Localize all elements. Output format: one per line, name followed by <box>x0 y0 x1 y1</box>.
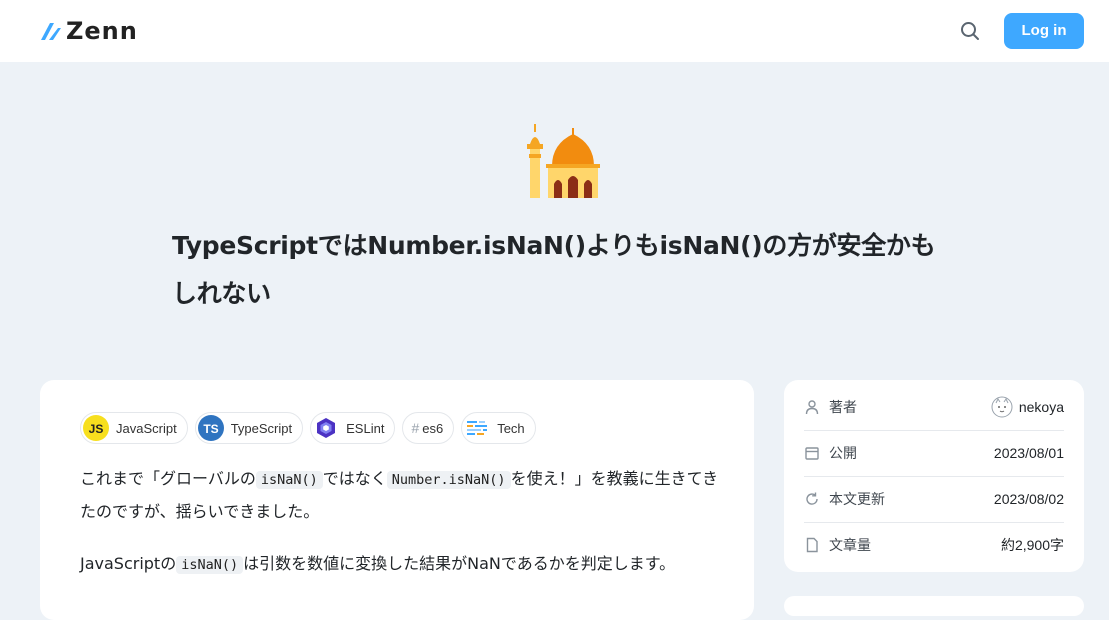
info-label-text: 著者 <box>829 399 857 415</box>
inline-code: isNaN() <box>255 471 323 489</box>
mosque-emoji-icon <box>527 124 600 198</box>
topic-list: JS JavaScript TS TypeScript ESLint # es6 <box>80 412 536 444</box>
author-link[interactable]: nekoya <box>991 396 1064 418</box>
topic-label: TypeScript <box>230 420 293 436</box>
javascript-icon: JS <box>83 415 109 441</box>
topic-tech[interactable]: Tech <box>461 412 536 444</box>
info-row-length: 文章量 約2,900字 <box>804 522 1064 568</box>
info-row-author: 著者 nekoya <box>804 384 1064 431</box>
paragraph-1: これまで「グローバルの isNaN() ではなく Number.isNaN() を使え！… <box>80 463 720 527</box>
inline-code: Number.isNaN() <box>386 471 511 489</box>
hash-icon: # <box>411 420 420 436</box>
eslint-icon <box>313 415 339 441</box>
topic-eslint[interactable]: ESLint <box>310 412 396 444</box>
zenn-logo-icon <box>41 23 61 40</box>
info-label: 著者 <box>804 397 857 417</box>
paragraph-2: JavaScriptの isNaN() は引数を数値に変換した結果がNaNであるかを… <box>80 548 720 581</box>
updated-date: 2023/08/02 <box>993 491 1064 507</box>
info-label-text: 公開 <box>829 445 857 461</box>
published-date: 2023/08/01 <box>993 445 1064 461</box>
calendar-icon <box>805 447 819 460</box>
svg-text:JS: JS <box>89 422 104 436</box>
text: JavaScriptの <box>80 554 177 573</box>
topic-label: JavaScript <box>116 420 177 436</box>
article-title-line1: TypeScriptではNumber.isNaN()よりもisNaN()の方が安… <box>172 231 936 260</box>
search-button[interactable] <box>958 19 982 43</box>
document-icon <box>806 537 818 553</box>
info-label-text: 本文更新 <box>829 491 885 507</box>
user-icon <box>805 400 819 415</box>
topic-label: es6 <box>422 420 444 436</box>
tech-icon <box>464 415 490 441</box>
text: は引数を数値に変換した結果がNaNであるかを判定します。 <box>243 554 676 573</box>
avatar <box>991 396 1013 418</box>
secondary-info-card <box>784 596 1084 616</box>
info-row-published: 公開 2023/08/01 <box>804 430 1064 477</box>
search-icon <box>961 22 979 40</box>
article-title-line2: しれない <box>172 279 271 308</box>
info-label-text: 文章量 <box>829 537 871 553</box>
article-title: TypeScriptではNumber.isNaN()よりもisNaN()の方が安… <box>172 222 942 318</box>
site-header: Zenn Log in <box>0 0 1109 62</box>
info-row-updated: 本文更新 2023/08/02 <box>804 476 1064 523</box>
text: ではなく <box>322 469 387 488</box>
typescript-icon: TS <box>197 415 224 441</box>
refresh-icon <box>806 492 818 505</box>
svg-text:TS: TS <box>203 422 218 436</box>
logo-text: Zenn <box>66 17 138 45</box>
inline-code: isNaN() <box>176 556 244 574</box>
topic-javascript[interactable]: JS JavaScript <box>80 412 188 444</box>
article-body-card: JS JavaScript TS TypeScript ESLint # es6 <box>40 380 754 620</box>
info-label: 文章量 <box>804 535 871 555</box>
info-label: 公開 <box>804 443 857 463</box>
author-name: nekoya <box>1018 399 1064 415</box>
article-info-card: 著者 nekoya 公開 2023/08/01 本文更新 2023/08/02 … <box>784 380 1084 572</box>
word-count: 約2,900字 <box>1000 537 1064 553</box>
info-label: 本文更新 <box>804 489 885 509</box>
topic-label: ESLint <box>346 420 385 436</box>
topic-label: Tech <box>497 420 525 436</box>
login-button[interactable]: Log in <box>1004 13 1084 49</box>
topic-typescript[interactable]: TS TypeScript <box>194 412 304 444</box>
zenn-logo[interactable]: Zenn <box>40 18 138 44</box>
topic-es6[interactable]: # es6 <box>402 412 455 444</box>
text: これまで「グローバルの <box>80 469 256 488</box>
